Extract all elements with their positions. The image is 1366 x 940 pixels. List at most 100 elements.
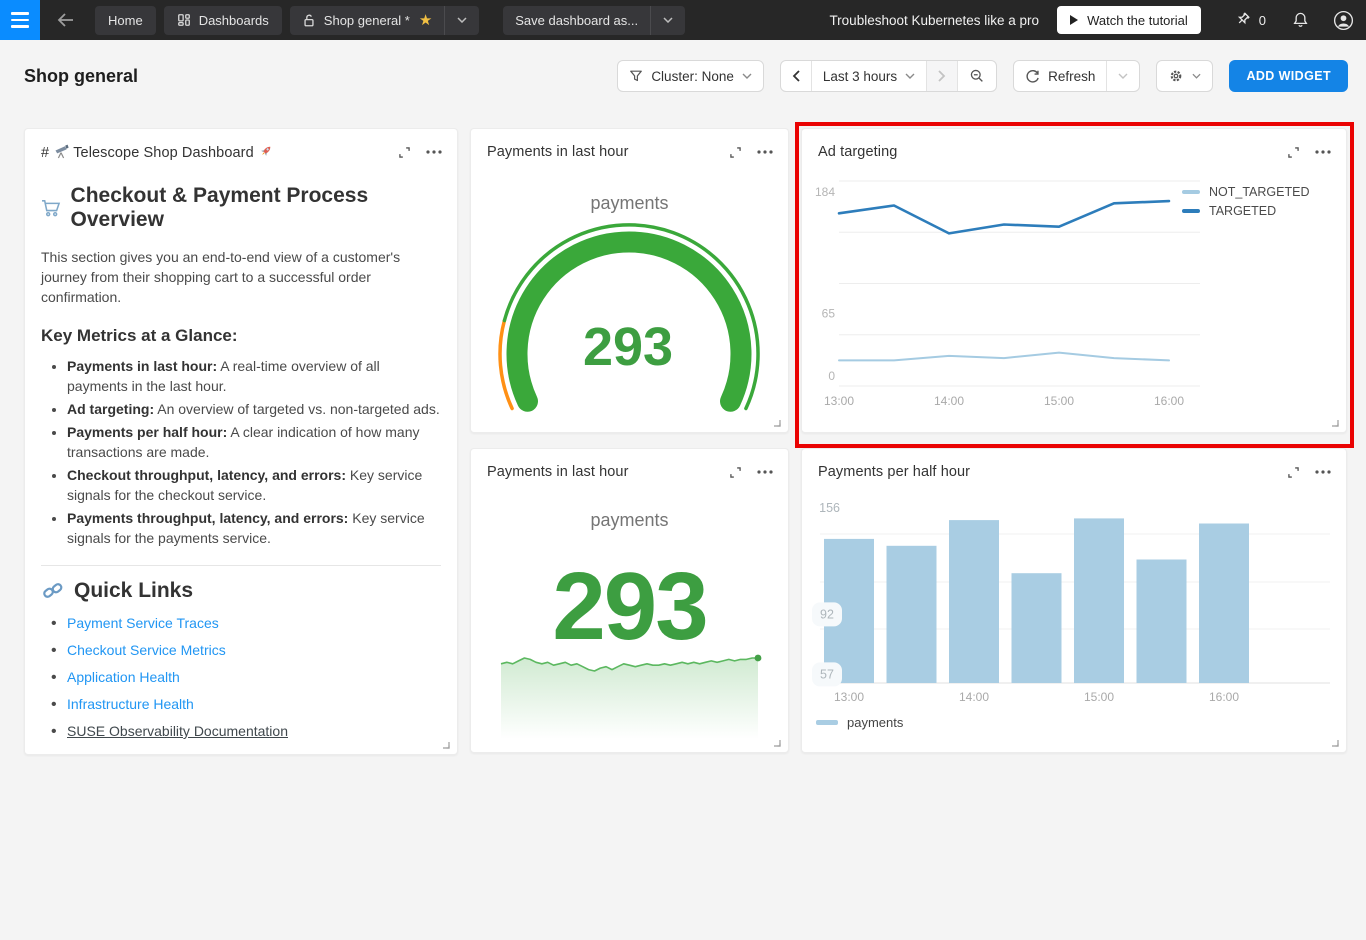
- watch-tutorial-label: Watch the tutorial: [1087, 13, 1188, 28]
- time-range-button[interactable]: Last 3 hours: [811, 61, 926, 91]
- top-navbar: Home Dashboards Shop general * ★ Save da…: [0, 0, 1366, 40]
- svg-text:0: 0: [828, 369, 835, 383]
- link-application-health[interactable]: Application Health: [67, 669, 180, 685]
- widget-title: Payments per half hour: [818, 464, 970, 480]
- link-checkout-service-metrics[interactable]: Checkout Service Metrics: [67, 642, 226, 658]
- markdown-heading: Checkout & Payment Process Overview: [41, 184, 441, 232]
- save-dashboard-group: Save dashboard as...: [503, 6, 685, 35]
- cluster-filter-button[interactable]: Cluster: None: [617, 60, 764, 92]
- svg-text:13:00: 13:00: [824, 394, 854, 408]
- widget-menu-button[interactable]: [1312, 461, 1334, 483]
- list-item: Checkout Service Metrics: [67, 642, 441, 660]
- list-item: Payments in last hour: A real-time overv…: [67, 356, 441, 396]
- tab-dashboards[interactable]: Dashboards: [164, 6, 282, 35]
- resize-handle-icon[interactable]: [771, 737, 781, 747]
- chevron-down-icon: [742, 73, 752, 79]
- legend-label: NOT_TARGETED: [1209, 185, 1309, 199]
- widget-menu-button[interactable]: [423, 141, 445, 163]
- pinned-items-button[interactable]: 0: [1235, 12, 1266, 29]
- gear-icon: [1168, 68, 1184, 84]
- refresh-options-chevron[interactable]: [1106, 61, 1139, 91]
- widget-menu-button[interactable]: [754, 141, 776, 163]
- gauge-value: 293: [583, 317, 673, 377]
- link-infrastructure-health[interactable]: Infrastructure Health: [67, 696, 194, 712]
- add-widget-button[interactable]: ADD WIDGET: [1229, 60, 1348, 92]
- svg-text:184: 184: [815, 185, 835, 199]
- svg-text:16:00: 16:00: [1209, 690, 1239, 704]
- resize-handle-icon[interactable]: [1329, 417, 1339, 427]
- chevron-right-icon: [938, 70, 946, 82]
- bar-chart: 156925713:0014:0015:0016:00: [802, 449, 1348, 754]
- user-avatar[interactable]: [1333, 10, 1354, 31]
- save-dashboard-button[interactable]: Save dashboard as...: [503, 6, 650, 35]
- time-back-button[interactable]: [781, 61, 811, 91]
- widget-menu-button[interactable]: [754, 461, 776, 483]
- expand-widget-button[interactable]: [724, 141, 746, 163]
- save-dashboard-chevron[interactable]: [650, 6, 685, 35]
- filter-icon: [629, 69, 643, 83]
- notifications-button[interactable]: [1292, 11, 1309, 29]
- expand-widget-button[interactable]: [1282, 141, 1304, 163]
- svg-text:92: 92: [820, 607, 834, 621]
- svg-text:13:00: 13:00: [834, 690, 864, 704]
- widget-menu-button[interactable]: [1312, 141, 1334, 163]
- refresh-icon: [1025, 69, 1040, 84]
- ellipsis-icon: [1315, 150, 1331, 154]
- list-item: Application Health: [67, 669, 441, 687]
- expand-widget-button[interactable]: [1282, 461, 1304, 483]
- widget-title: Payments in last hour: [487, 464, 629, 480]
- legend-label: TARGETED: [1209, 204, 1276, 218]
- chevron-left-icon: [792, 70, 800, 82]
- metrics-list: Payments in last hour: A real-time overv…: [67, 356, 441, 548]
- avatar-icon: [1333, 10, 1354, 31]
- svg-text:14:00: 14:00: [934, 394, 964, 408]
- link-payment-service-traces[interactable]: Payment Service Traces: [67, 615, 219, 631]
- resize-handle-icon[interactable]: [771, 417, 781, 427]
- payments-per-half-hour-widget: Payments per half hour 156925713:0014:00…: [801, 448, 1347, 753]
- link-suse-observability-docs[interactable]: SUSE Observability Documentation: [67, 723, 288, 739]
- chart-legend: NOT_TARGETED TARGETED: [1182, 185, 1309, 218]
- markdown-intro: This section gives you an end-to-end vie…: [41, 247, 441, 307]
- back-arrow-icon: [57, 13, 74, 27]
- favorite-star-icon[interactable]: ★: [419, 13, 432, 28]
- legend-item[interactable]: TARGETED: [1182, 204, 1309, 218]
- telescope-icon: [53, 143, 69, 159]
- svg-text:14:00: 14:00: [959, 690, 989, 704]
- expand-widget-button[interactable]: [724, 461, 746, 483]
- watch-tutorial-button[interactable]: Watch the tutorial: [1057, 6, 1201, 34]
- svg-text:15:00: 15:00: [1044, 394, 1074, 408]
- chevron-down-icon: [457, 17, 467, 23]
- resize-handle-icon[interactable]: [440, 739, 450, 749]
- payments-gauge-widget: Payments in last hour payments 293: [470, 128, 789, 433]
- markdown-content: Checkout & Payment Process Overview This…: [41, 171, 441, 746]
- link-icon: [41, 580, 65, 602]
- expand-widget-button[interactable]: [393, 141, 415, 163]
- time-forward-button[interactable]: [926, 61, 957, 91]
- chart-legend: payments: [816, 715, 903, 730]
- tab-shop-general[interactable]: Shop general * ★: [290, 6, 444, 35]
- widget-title: Ad targeting: [818, 144, 897, 160]
- svg-text:57: 57: [820, 667, 834, 681]
- chevron-down-icon: [905, 73, 915, 79]
- back-button[interactable]: [48, 0, 82, 40]
- refresh-button[interactable]: Refresh: [1014, 61, 1106, 91]
- tab-home[interactable]: Home: [95, 6, 156, 35]
- settings-control[interactable]: [1156, 60, 1213, 92]
- legend-item[interactable]: NOT_TARGETED: [1182, 185, 1309, 199]
- line-chart: 18465013:0014:0015:0016:00: [802, 129, 1348, 434]
- zoom-out-time-button[interactable]: [957, 61, 996, 91]
- promo-text: Troubleshoot Kubernetes like a pro: [829, 13, 1039, 28]
- expand-icon: [728, 145, 743, 160]
- play-icon: [1070, 15, 1078, 25]
- menu-button[interactable]: [0, 0, 40, 40]
- page-title: Shop general: [24, 66, 138, 87]
- chevron-down-icon: [1192, 73, 1201, 79]
- tab-shop-general-label: Shop general *: [324, 13, 410, 28]
- list-item: Payments throughput, latency, and errors…: [67, 508, 441, 548]
- expand-icon: [397, 145, 412, 160]
- tab-options-chevron[interactable]: [444, 6, 479, 35]
- metrics-heading: Key Metrics at a Glance:: [41, 326, 441, 346]
- legend-item[interactable]: payments: [816, 715, 903, 730]
- save-dashboard-label: Save dashboard as...: [515, 13, 638, 28]
- resize-handle-icon[interactable]: [1329, 737, 1339, 747]
